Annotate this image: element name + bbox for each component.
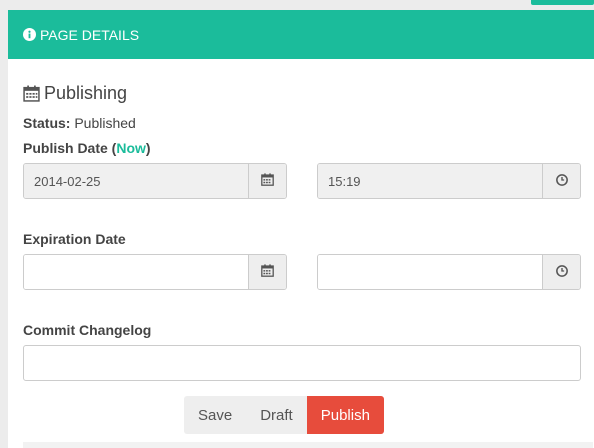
calendar-icon bbox=[23, 85, 40, 102]
status-line: Status: Published bbox=[23, 115, 136, 131]
commit-changelog-input[interactable] bbox=[23, 345, 581, 381]
page-details-panel: PAGE DETAILS Publishing Status: Publishe… bbox=[8, 10, 594, 448]
panel-title: PAGE DETAILS bbox=[40, 26, 140, 43]
expiration-date-label: Expiration Date bbox=[23, 231, 126, 247]
publish-date-input[interactable] bbox=[24, 164, 248, 198]
publish-time-input[interactable] bbox=[318, 164, 542, 198]
action-button-group: Save Draft Publish bbox=[184, 396, 384, 434]
calendar-icon bbox=[261, 264, 274, 280]
commit-changelog-label: Commit Changelog bbox=[23, 322, 152, 338]
expiration-date-picker-button[interactable] bbox=[248, 255, 286, 289]
publish-button[interactable]: Publish bbox=[306, 396, 384, 434]
publish-date-label-close: ) bbox=[145, 140, 151, 156]
panel-header[interactable]: PAGE DETAILS bbox=[8, 10, 594, 59]
expiration-date-group bbox=[23, 254, 287, 290]
publish-time-group bbox=[317, 163, 581, 199]
status-label: Status: bbox=[23, 115, 71, 131]
publish-date-label: Publish Date (Now) bbox=[23, 140, 151, 156]
expiration-date-input[interactable] bbox=[24, 255, 248, 289]
expiration-time-picker-button[interactable] bbox=[542, 255, 580, 289]
clock-icon bbox=[555, 173, 568, 189]
info-icon bbox=[23, 28, 36, 41]
publish-time-picker-button[interactable] bbox=[542, 164, 580, 198]
save-button[interactable]: Save bbox=[184, 396, 247, 434]
publish-date-label-text: Publish Date ( bbox=[23, 140, 117, 156]
footer-strip bbox=[23, 442, 593, 448]
publish-date-group bbox=[23, 163, 287, 199]
expiration-time-group bbox=[317, 254, 581, 290]
now-link[interactable]: Now bbox=[116, 140, 146, 156]
top-tab-button[interactable] bbox=[531, 0, 594, 5]
calendar-icon bbox=[261, 173, 274, 189]
publishing-heading: Publishing bbox=[23, 83, 127, 104]
clock-icon bbox=[555, 264, 568, 280]
status-value: Published bbox=[74, 115, 136, 131]
publishing-title: Publishing bbox=[44, 83, 128, 103]
draft-button[interactable]: Draft bbox=[246, 396, 307, 434]
expiration-time-input[interactable] bbox=[318, 255, 542, 289]
publish-date-picker-button[interactable] bbox=[248, 164, 286, 198]
